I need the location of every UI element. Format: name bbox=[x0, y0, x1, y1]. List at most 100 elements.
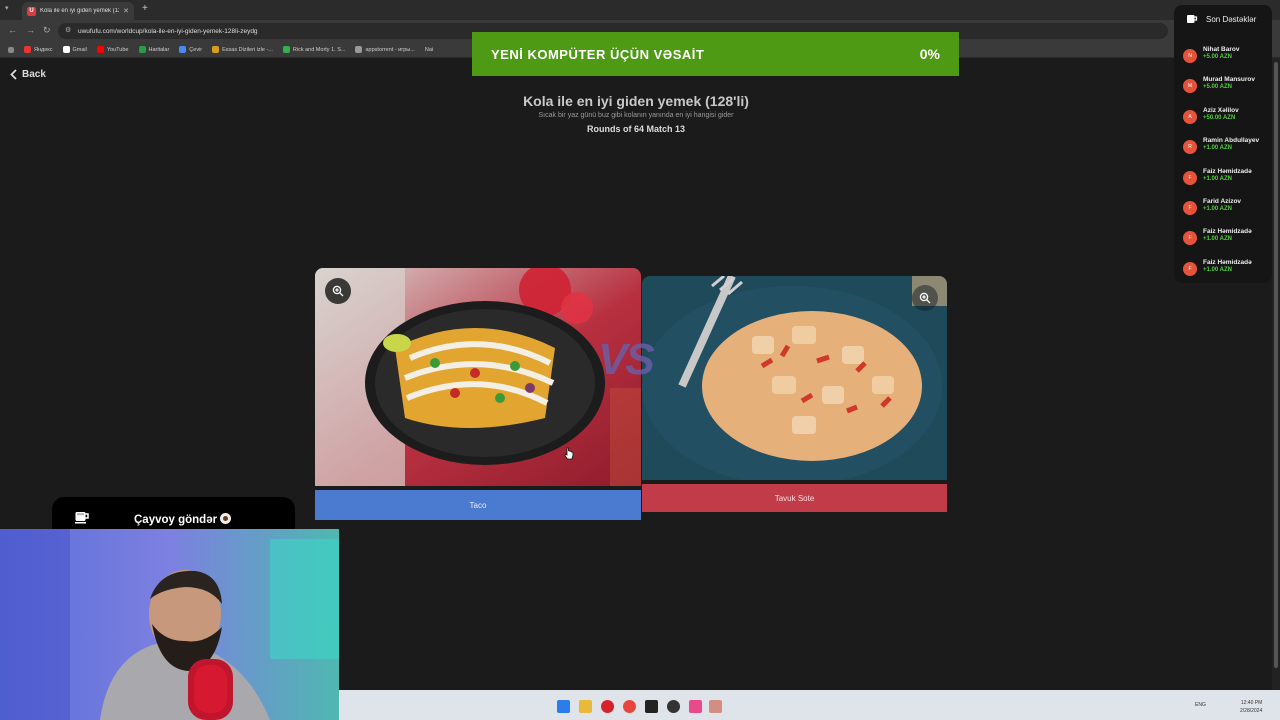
clock-date: 2/28/2024 bbox=[1240, 708, 1263, 714]
close-tab-icon[interactable]: ✕ bbox=[123, 7, 129, 15]
supporter-info: Faiz Həmidzadə +1.00 AZN bbox=[1203, 259, 1252, 273]
coffee-cup-icon bbox=[1187, 15, 1198, 23]
new-tab-icon[interactable]: + bbox=[142, 3, 148, 14]
supporter-info: Murad Mansurov +5.00 AZN bbox=[1203, 76, 1255, 90]
browser-tab[interactable]: U Kola ile en iyi giden yemek (12... ✕ bbox=[22, 2, 134, 20]
supporter-item: N Nihat Barov +5.00 AZN bbox=[1183, 46, 1239, 63]
input-language[interactable]: ENG bbox=[1195, 702, 1206, 708]
bookmark-item[interactable]: Яндекс bbox=[24, 46, 53, 53]
supporter-avatar: F bbox=[1183, 261, 1197, 276]
supporters-header: Son Dəstəklər bbox=[1186, 14, 1256, 24]
tavuk-sote-image[interactable] bbox=[642, 276, 947, 480]
nvidia-icon[interactable] bbox=[645, 700, 658, 713]
supporter-name: Faiz Həmidzadə bbox=[1203, 167, 1252, 175]
supporter-name: Faiz Həmidzadə bbox=[1203, 228, 1252, 236]
page-title: Kola ile en iyi giden yemek (128'li) bbox=[523, 93, 749, 109]
chevron-left-icon bbox=[10, 69, 17, 80]
back-arrow-icon[interactable]: ← bbox=[8, 25, 17, 35]
supporter-amount: +1.00 AZN bbox=[1203, 145, 1232, 152]
file-explorer-icon[interactable] bbox=[579, 700, 592, 713]
supporter-info: Faiz Həmidzadə +1.00 AZN bbox=[1203, 228, 1252, 242]
browser-tabstrip bbox=[0, 0, 1280, 20]
supporter-amount: +5.00 AZN bbox=[1203, 84, 1232, 91]
windows-taskbar bbox=[339, 690, 1280, 720]
bookmark-item[interactable]: YouTube bbox=[96, 46, 129, 53]
clock-time: 12:40 PM bbox=[1240, 700, 1263, 706]
back-label: Back bbox=[22, 69, 46, 80]
bookmark-item[interactable]: appstorrent - игры... bbox=[355, 46, 415, 53]
supporter-info: Faiz Həmidzadə +1.00 AZN bbox=[1203, 168, 1252, 182]
apps-icon[interactable] bbox=[8, 46, 14, 53]
supporter-item: A Aziz Xəlilov +50.00 AZN bbox=[1183, 107, 1239, 124]
supporter-name: Farid Azizov bbox=[1203, 198, 1242, 205]
supporter-name: Ramin Abdullayev bbox=[1203, 137, 1260, 145]
system-clock[interactable]: 12:40 PM 2/28/2024 bbox=[1240, 699, 1262, 715]
supporter-item: F Faiz Həmidzadə +1.00 AZN bbox=[1183, 228, 1252, 246]
bookmark-item[interactable]: Çevir bbox=[179, 46, 202, 53]
supporter-avatar: A bbox=[1183, 109, 1197, 124]
start-menu-icon[interactable] bbox=[557, 700, 570, 713]
supporter-item: F Farid Azizov +1.00 AZN bbox=[1183, 198, 1241, 215]
uwufufu-favicon-icon: U bbox=[27, 6, 36, 16]
round-indicator: Rounds of 64 Match 13 bbox=[586, 124, 685, 134]
webcam-overlay bbox=[0, 529, 339, 720]
supporter-avatar: M bbox=[1183, 79, 1197, 94]
yandex-browser-icon[interactable] bbox=[601, 700, 614, 713]
forward-arrow-icon[interactable]: → bbox=[26, 25, 35, 35]
bookmark-item[interactable]: Rick and Morty 1. S... bbox=[282, 46, 345, 53]
typora-icon[interactable] bbox=[709, 700, 722, 713]
back-link[interactable]: Back bbox=[10, 69, 46, 80]
bookmark-item[interactable]: Nai bbox=[425, 47, 433, 53]
chrome-icon[interactable] bbox=[623, 700, 636, 713]
send-tea-label: Çayvoy göndər bbox=[134, 513, 232, 526]
select-right-button[interactable]: Tavuk Sote bbox=[642, 484, 947, 512]
supporter-name: Nihat Barov bbox=[1203, 46, 1240, 53]
supporter-amount: +5.00 AZN bbox=[1203, 54, 1232, 60]
supporter-avatar: F bbox=[1183, 201, 1197, 215]
supporter-amount: +50.00 AZN bbox=[1203, 114, 1236, 121]
supporter-item: M Murad Mansurov +5.00 AZN bbox=[1183, 76, 1255, 94]
supporter-info: Aziz Xəlilov +50.00 AZN bbox=[1203, 107, 1239, 121]
supporter-name: Faiz Həmidzadə bbox=[1203, 258, 1252, 266]
page-subtitle: Sıcak bir yaz günü buz gibi kolanın yanı… bbox=[538, 112, 734, 119]
donation-goal-percent: 0% bbox=[919, 46, 940, 62]
supporter-info: Nihat Barov +5.00 AZN bbox=[1203, 46, 1239, 60]
bookmark-item[interactable]: Haritalar bbox=[138, 46, 169, 53]
tab-title: Kola ile en iyi giden yemek (12... bbox=[40, 8, 120, 14]
supporter-amount: +1.00 AZN bbox=[1203, 175, 1232, 182]
supporter-info: Ramin Abdullayev +1.00 AZN bbox=[1203, 137, 1259, 151]
tea-emoji-icon bbox=[220, 513, 232, 524]
supporter-amount: +1.00 AZN bbox=[1203, 236, 1232, 243]
supporter-item: F Faiz Həmidzadə +1.00 AZN bbox=[1183, 259, 1252, 276]
bookmark-item[interactable]: Essas Dizileri izle -... bbox=[212, 46, 273, 53]
taco-image[interactable] bbox=[315, 268, 641, 486]
donation-goal-banner: YENİ KOMPÜTER ÜÇÜN VƏSAİT 0% bbox=[472, 32, 959, 76]
supporter-item: F Faiz Həmidzadə +1.00 AZN bbox=[1183, 168, 1252, 185]
zoom-in-icon[interactable] bbox=[325, 278, 351, 304]
select-left-button[interactable]: Taco bbox=[315, 490, 641, 520]
supporter-name: Aziz Xəlilov bbox=[1203, 106, 1239, 114]
tiktok-icon[interactable] bbox=[689, 700, 702, 713]
supporter-amount: +1.00 AZN bbox=[1203, 266, 1232, 273]
app-icon[interactable] bbox=[667, 700, 680, 713]
supporter-name: Murad Mansurov bbox=[1203, 76, 1256, 84]
supporters-heading: Son Dəstəklər bbox=[1206, 14, 1257, 24]
supporter-amount: +1.00 AZN bbox=[1203, 206, 1232, 212]
supporter-avatar: F bbox=[1183, 170, 1197, 185]
tea-cup-icon bbox=[75, 512, 89, 524]
reload-icon[interactable]: ↻ bbox=[43, 25, 51, 36]
url-text: uwufufu.com/worldcup/kola-ile-en-iyi-gid… bbox=[78, 27, 258, 35]
site-info-icon[interactable]: ⚙ bbox=[65, 26, 71, 34]
versus-label: VS bbox=[598, 335, 655, 384]
mouse-cursor-icon bbox=[564, 447, 574, 460]
supporter-avatar: N bbox=[1183, 49, 1197, 63]
scrollbar-thumb[interactable] bbox=[1274, 62, 1278, 668]
supporter-item: R Ramin Abdullayev +1.00 AZN bbox=[1183, 137, 1259, 155]
supporter-avatar: F bbox=[1183, 231, 1197, 246]
tab-search-icon[interactable]: ▾ bbox=[5, 4, 9, 12]
zoom-in-icon[interactable] bbox=[912, 285, 938, 311]
bookmark-item[interactable]: Gmail bbox=[62, 46, 87, 53]
donation-goal-title: YENİ KOMPÜTER ÜÇÜN VƏSAİT bbox=[491, 46, 705, 62]
supporter-avatar: R bbox=[1183, 140, 1197, 155]
supporter-info: Farid Azizov +1.00 AZN bbox=[1203, 198, 1241, 212]
